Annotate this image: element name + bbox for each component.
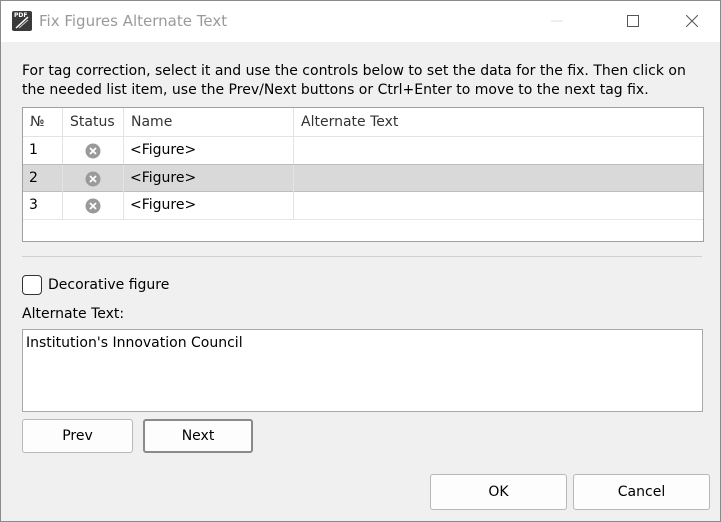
maximize-button[interactable]: [610, 1, 656, 42]
dialog-window: PDF Fix Figures Alternate Text For tag c…: [0, 0, 721, 522]
column-header-number[interactable]: №: [23, 108, 63, 136]
row-name: <Figure>: [124, 165, 294, 192]
dialog-footer: OK Cancel: [1, 462, 720, 521]
alternate-text-label: Alternate Text:: [22, 306, 125, 322]
close-button[interactable]: [669, 1, 715, 42]
table-row[interactable]: 3 <Figure>: [23, 192, 703, 220]
cancel-button[interactable]: Cancel: [573, 474, 710, 510]
close-icon: [686, 15, 698, 27]
table-row-selected[interactable]: 2 <Figure>: [23, 164, 703, 192]
prev-button[interactable]: Prev: [22, 419, 133, 453]
ok-button[interactable]: OK: [430, 474, 567, 510]
table-row[interactable]: 1 <Figure>: [23, 137, 703, 165]
minimize-button[interactable]: [534, 1, 580, 42]
row-alternate-text: [294, 137, 703, 164]
instructions-text: For tag correction, select it and use th…: [22, 63, 686, 98]
figures-table[interactable]: № Status Name Alternate Text 1 <Figure> …: [22, 107, 704, 242]
row-alternate-text: [294, 192, 703, 219]
app-logo-icon: PDF: [12, 11, 32, 31]
divider: [22, 256, 702, 257]
row-name: <Figure>: [124, 192, 294, 219]
column-header-status[interactable]: Status: [63, 108, 124, 136]
title-bar[interactable]: PDF Fix Figures Alternate Text: [1, 1, 720, 42]
status-cell: [63, 137, 124, 164]
row-number: 2: [23, 165, 63, 192]
window-title: Fix Figures Alternate Text: [39, 12, 228, 30]
row-alternate-text: [294, 165, 703, 192]
row-name: <Figure>: [124, 137, 294, 164]
column-header-alternate-text[interactable]: Alternate Text: [294, 108, 703, 136]
row-number: 1: [23, 137, 63, 164]
next-button[interactable]: Next: [143, 419, 253, 453]
decorative-figure-checkbox[interactable]: [22, 275, 42, 295]
error-icon: [85, 171, 101, 187]
status-cell: [63, 192, 124, 219]
error-icon: [85, 198, 101, 214]
status-cell: [63, 165, 124, 192]
error-icon: [85, 143, 101, 159]
dialog-content: For tag correction, select it and use th…: [12, 42, 709, 462]
table-header: № Status Name Alternate Text: [23, 108, 703, 137]
decorative-figure-label[interactable]: Decorative figure: [48, 277, 169, 293]
alternate-text-field[interactable]: Institution's Innovation Council: [22, 329, 703, 412]
row-number: 3: [23, 192, 63, 219]
column-header-name[interactable]: Name: [124, 108, 294, 136]
